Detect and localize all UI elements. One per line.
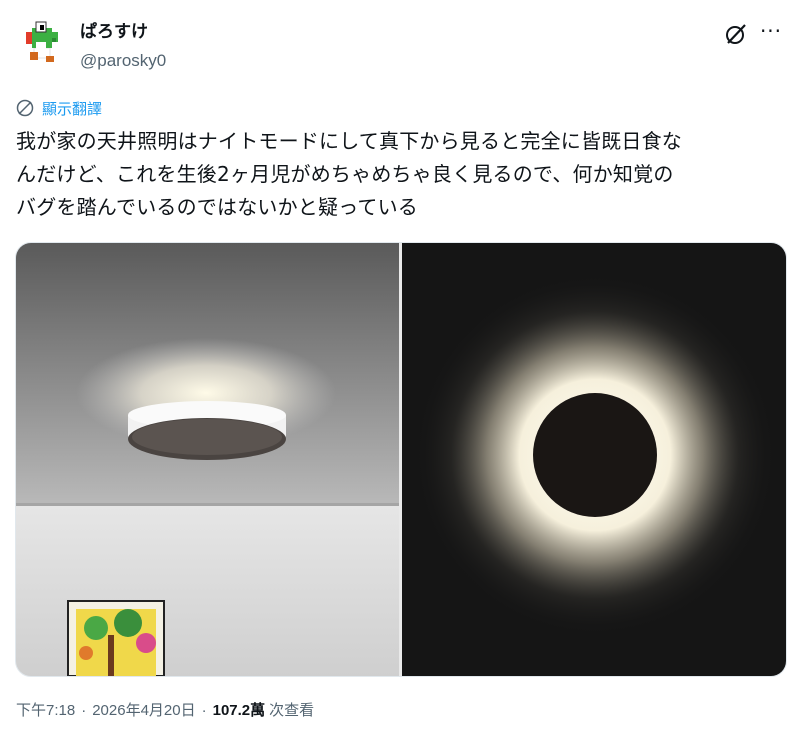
avatar[interactable] — [16, 16, 68, 68]
views-count: 107.2萬 — [212, 702, 266, 719]
tweet-text: 我が家の天井照明はナイトモードにして真下から見ると完全に皆既日食な んだけど、こ… — [16, 125, 786, 224]
ceiling-light-side-photo[interactable] — [16, 243, 399, 676]
yoshi-avatar-icon — [16, 16, 68, 68]
meta-separator: · — [201, 702, 207, 719]
tweet-time[interactable]: 下午7:18 — [16, 700, 75, 722]
ceiling-light-eclipse-photo[interactable] — [402, 243, 786, 676]
author-display-name[interactable]: ぱろすけ — [80, 21, 148, 43]
views-label: 次查看 — [269, 702, 315, 719]
tweet-text-line: バグを踏んでいるのではないかと疑っている — [16, 195, 418, 219]
tweet-meta: 下午7:18 · 2026年4月20日 · 107.2萬 次查看 — [16, 700, 314, 722]
meta-separator: · — [81, 702, 87, 719]
tweet-text-line: 我が家の天井照明はナイトモードにして真下から見ると完全に皆既日食な — [16, 129, 682, 153]
more-icon[interactable]: ··· — [756, 20, 786, 46]
tweet-text-line: んだけど、これを生後2ヶ月児がめちゃめちゃ良く見るので、何か知覚の — [16, 162, 674, 186]
media-grid — [15, 242, 787, 677]
author-handle[interactable]: @parosky0 — [80, 50, 166, 72]
globe-translate-icon — [16, 99, 34, 117]
grok-icon[interactable] — [724, 22, 748, 46]
translate-label[interactable]: 顯示翻譯 — [42, 98, 102, 119]
tweet-date[interactable]: 2026年4月20日 — [92, 700, 195, 722]
translate-link[interactable]: 顯示翻譯 — [16, 97, 102, 119]
